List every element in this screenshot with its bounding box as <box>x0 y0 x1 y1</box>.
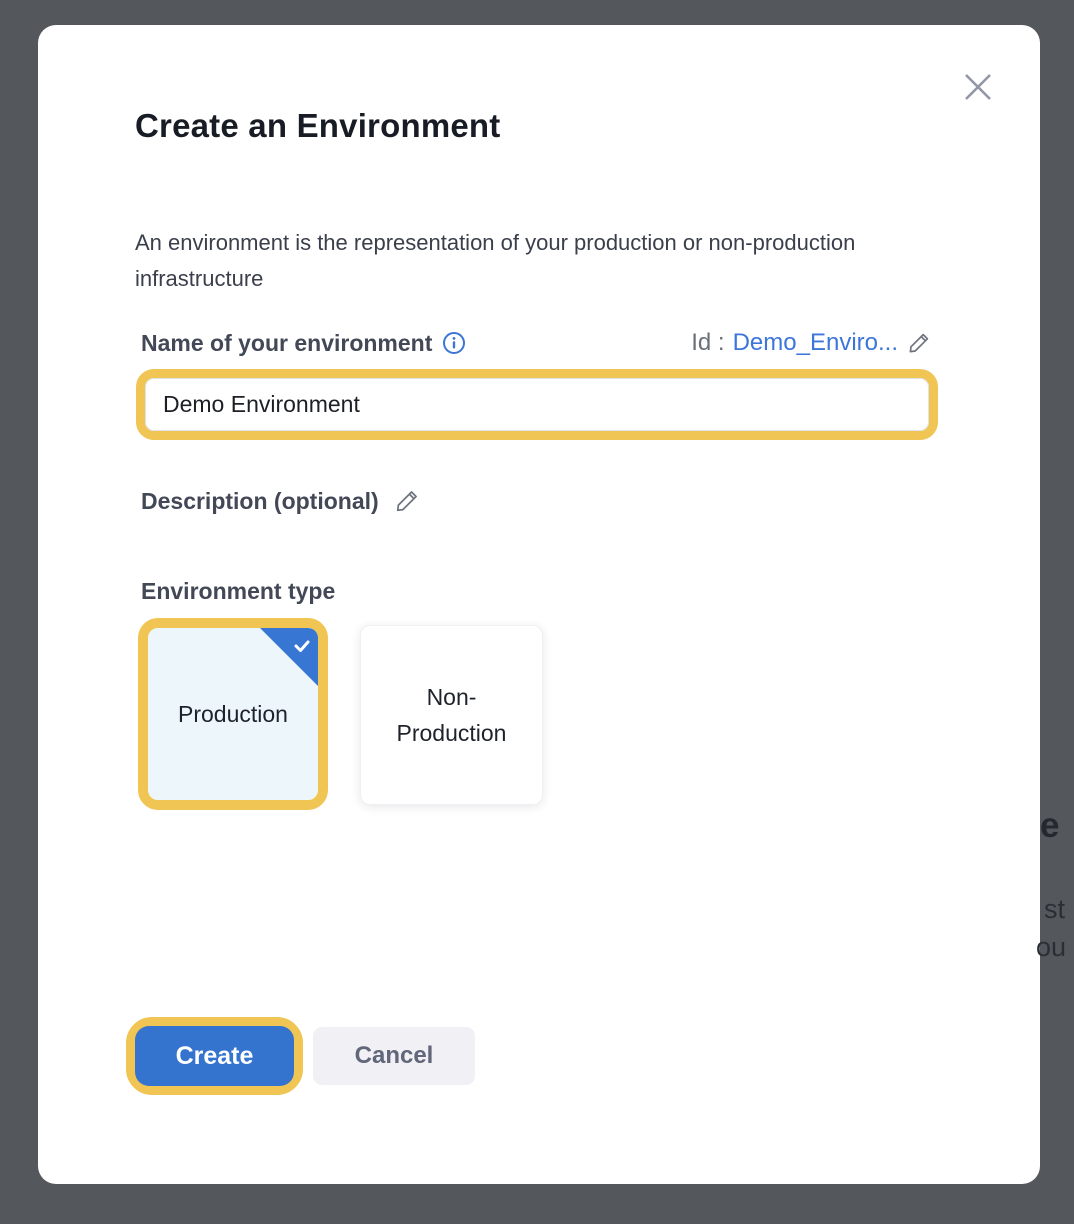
env-type-option-production[interactable]: Production <box>138 618 328 810</box>
clipped-tooltip-heading-fragment: e <box>1040 806 1059 846</box>
production-option-label: Production <box>148 696 318 732</box>
environment-type-label: Environment type <box>141 578 335 605</box>
checkmark-icon <box>291 635 313 657</box>
non-production-option-label: Non-Production <box>361 679 542 751</box>
description-field-label: Description (optional) <box>141 488 379 515</box>
pencil-icon[interactable] <box>906 330 932 356</box>
create-environment-dialog: Create an Environment An environment is … <box>38 25 1040 1184</box>
close-icon <box>960 69 996 105</box>
name-field-label: Name of your environment <box>141 330 466 357</box>
dialog-description: An environment is the representation of … <box>135 225 885 297</box>
id-prefix-label: Id : <box>691 329 724 357</box>
id-value-link[interactable]: Demo_Enviro... <box>733 329 898 357</box>
env-type-option-non-production[interactable]: Non-Production <box>360 625 543 805</box>
environment-name-input[interactable] <box>145 378 929 431</box>
clipped-tooltip-text-fragment-2: ou <box>1036 932 1066 963</box>
cancel-button[interactable]: Cancel <box>313 1027 475 1085</box>
close-button[interactable] <box>958 67 998 107</box>
clipped-tooltip-text-fragment-1: st <box>1044 894 1065 925</box>
page-title: Create an Environment <box>135 107 500 145</box>
name-field-header: Name of your environment Id : Demo_Envir… <box>141 329 932 357</box>
name-input-highlight-ring <box>136 369 938 440</box>
description-field-header: Description (optional) <box>141 487 421 515</box>
create-button[interactable]: Create <box>135 1026 294 1086</box>
info-circle-icon[interactable] <box>442 331 466 355</box>
create-button-highlight-ring: Create <box>126 1017 303 1095</box>
environment-id: Id : Demo_Enviro... <box>691 329 932 357</box>
pencil-icon[interactable] <box>393 487 421 515</box>
